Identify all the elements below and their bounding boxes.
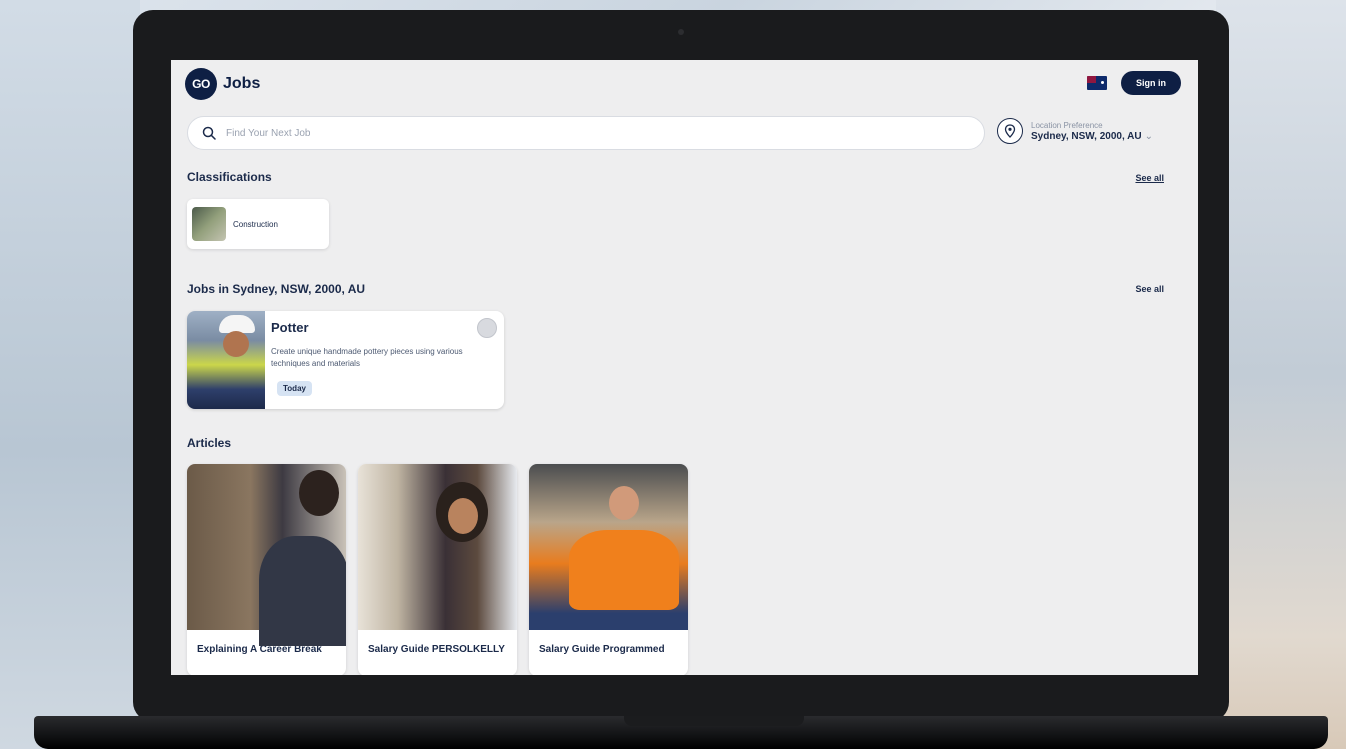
articles-heading: Articles — [187, 436, 232, 450]
jobs-see-all-link[interactable]: See all — [1135, 284, 1164, 294]
article-card[interactable]: Salary Guide Programmed — [529, 464, 688, 675]
camera-icon — [678, 29, 684, 35]
article-card[interactable]: Salary Guide PERSOLKELLY — [358, 464, 517, 675]
classification-thumbnail — [192, 207, 226, 241]
laptop-notch — [624, 716, 804, 726]
classification-card-construction[interactable]: Construction — [187, 199, 329, 249]
classifications-heading: Classifications — [187, 170, 272, 184]
app-screen: GO Jobs Sign in Location Preference Sydn… — [171, 60, 1198, 675]
article-title: Salary Guide PERSOLKELLY — [368, 644, 505, 655]
articles-list: Explaining A Career Break Salary Guide P… — [187, 464, 688, 675]
person-vest — [569, 530, 679, 610]
app-title: Jobs — [223, 75, 261, 92]
article-image — [358, 464, 517, 630]
person-body — [259, 536, 346, 646]
chevron-down-icon: ⌄ — [1144, 130, 1153, 142]
jobs-heading: Jobs in Sydney, NSW, 2000, AU — [187, 282, 366, 296]
job-card[interactable]: Potter Create unique handmade pottery pi… — [187, 311, 504, 409]
app-logo[interactable]: GO Jobs — [185, 68, 260, 100]
classification-label: Construction — [233, 219, 278, 229]
classifications-see-all-link[interactable]: See all — [1135, 173, 1164, 183]
location-pin-icon — [997, 118, 1023, 144]
bookmark-icon[interactable] — [477, 318, 497, 338]
australia-flag-icon[interactable] — [1087, 76, 1107, 90]
search-input[interactable] — [226, 127, 926, 139]
person-head — [299, 470, 339, 516]
sign-in-button[interactable]: Sign in — [1121, 71, 1181, 95]
article-card[interactable]: Explaining A Career Break — [187, 464, 346, 675]
location-label: Location Preference — [1031, 120, 1103, 130]
background-right — [1216, 0, 1346, 749]
location-value: Sydney, NSW, 2000, AU ⌄ — [1031, 131, 1153, 142]
job-title: Potter — [271, 320, 309, 335]
job-description: Create unique handmade pottery pieces us… — [271, 347, 463, 368]
top-header: GO Jobs Sign in — [171, 60, 1198, 110]
article-title: Salary Guide Programmed — [539, 644, 665, 655]
laptop-base — [34, 716, 1328, 749]
person-face — [609, 486, 639, 520]
person-face — [448, 498, 478, 534]
logo-mark: GO — [185, 68, 217, 100]
location-preference[interactable]: Location Preference Sydney, NSW, 2000, A… — [997, 118, 1153, 144]
worker-face — [223, 331, 249, 357]
search-icon — [202, 126, 216, 140]
search-bar[interactable] — [187, 116, 985, 150]
job-date-badge: Today — [277, 381, 312, 396]
background-left — [0, 0, 140, 749]
job-image — [187, 311, 265, 409]
article-image — [187, 464, 346, 646]
article-image — [529, 464, 688, 630]
location-value-text: Sydney, NSW, 2000, AU — [1031, 130, 1142, 142]
